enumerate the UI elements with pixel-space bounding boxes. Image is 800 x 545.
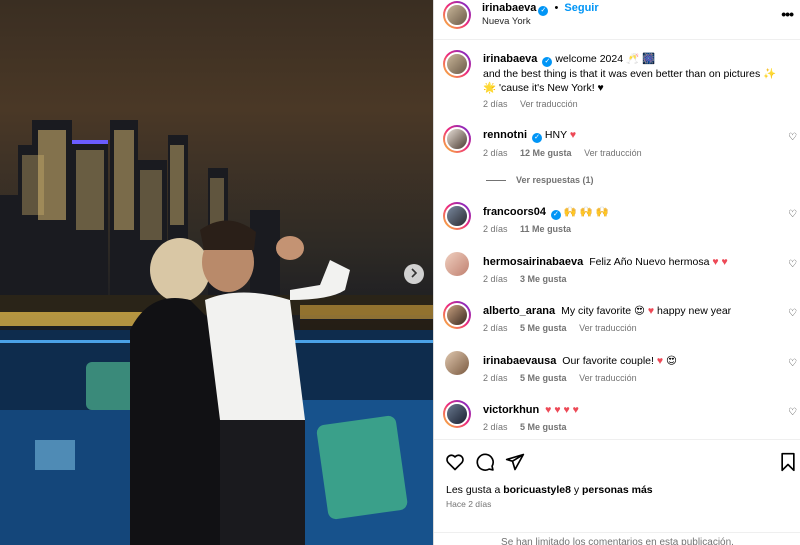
comment-time[interactable]: 2 días xyxy=(483,323,508,333)
comment-username[interactable]: alberto_arana xyxy=(483,305,555,317)
caption-avatar[interactable] xyxy=(443,50,471,78)
comment-translate[interactable]: Ver traducción xyxy=(579,323,637,333)
likes-prefix: Les gusta a xyxy=(446,484,501,496)
heart-icon[interactable]: ♡ xyxy=(788,259,797,270)
comment-avatar[interactable] xyxy=(443,202,471,230)
comment-likes[interactable]: 5 Me gusta xyxy=(520,422,567,432)
comments-limited-notice: Se han limitado los comentarios en esta … xyxy=(434,532,800,545)
comment-username[interactable]: rennotni xyxy=(483,129,527,141)
caption-text-line3: 🌟 'cause it's New York! ♥ xyxy=(483,82,604,94)
comment-avatar[interactable] xyxy=(445,252,469,276)
comment-time[interactable]: 2 días xyxy=(483,373,508,383)
verified-icon: ✓ xyxy=(542,57,553,67)
author-username[interactable]: irinabaeva xyxy=(482,2,536,14)
author-avatar[interactable] xyxy=(443,1,471,29)
comment-username[interactable]: irinabaevausa xyxy=(483,355,556,367)
comment-text: My city favorite 😍 ♥ happy new year xyxy=(561,305,732,317)
comment-likes[interactable]: 3 Me gusta xyxy=(520,274,567,284)
comment-icon[interactable] xyxy=(475,452,495,475)
heart-icon[interactable]: ♡ xyxy=(788,132,797,143)
comment-likes[interactable]: 12 Me gusta xyxy=(520,148,572,158)
comment-likes[interactable]: 5 Me gusta xyxy=(520,323,567,333)
caption-text-line2: and the best thing is that it was even b… xyxy=(483,68,777,80)
comment-text: 🙌 🙌 🙌 xyxy=(563,206,609,218)
heart-icon[interactable] xyxy=(445,452,465,475)
share-icon[interactable] xyxy=(505,452,525,475)
view-replies[interactable]: Ver respuestas (1) xyxy=(486,175,594,185)
carousel-next-button[interactable] xyxy=(404,264,424,284)
comment-text: HNY ♥ xyxy=(544,129,577,141)
separator-dot: • xyxy=(554,2,559,14)
comment-text: ♥ ♥ ♥ ♥ xyxy=(545,404,579,416)
follow-button[interactable]: Seguir xyxy=(564,2,598,14)
comment-time[interactable]: 2 días xyxy=(483,422,508,432)
post-side-panel: irinabaeva ✓ • Seguir Nueva York ••• irin… xyxy=(433,0,800,545)
caption-time[interactable]: 2 días xyxy=(483,99,508,109)
post-time[interactable]: Hace 2 días xyxy=(446,499,491,509)
verified-icon: ✓ xyxy=(550,210,561,220)
comment-time[interactable]: 2 días xyxy=(483,274,508,284)
post-location[interactable]: Nueva York xyxy=(482,16,531,27)
caption-translate[interactable]: Ver traducción xyxy=(520,99,578,109)
comment-likes[interactable]: 5 Me gusta xyxy=(520,373,567,383)
likes-mid: y xyxy=(573,484,580,496)
post-actions: Les gusta a boricuastyle8 y personas más… xyxy=(434,439,800,545)
more-icon[interactable]: ••• xyxy=(781,6,794,22)
verified-icon: ✓ xyxy=(532,133,542,143)
comment-translate[interactable]: Ver traducción xyxy=(579,373,637,383)
likes-others[interactable]: personas más xyxy=(582,484,653,496)
comment-username[interactable]: francoors04 xyxy=(483,206,546,218)
heart-icon[interactable]: ♡ xyxy=(788,407,797,418)
heart-icon[interactable]: ♡ xyxy=(788,209,797,220)
comment-avatar[interactable] xyxy=(445,351,469,375)
comment-avatar[interactable] xyxy=(443,125,471,153)
comment-avatar[interactable] xyxy=(443,400,471,428)
heart-icon[interactable]: ♡ xyxy=(788,308,797,319)
likes-user[interactable]: boricuastyle8 xyxy=(503,484,571,496)
comment-translate[interactable]: Ver traducción xyxy=(584,148,642,158)
likes-summary: Les gusta a boricuastyle8 y personas más xyxy=(446,484,653,496)
heart-icon[interactable]: ♡ xyxy=(788,358,797,369)
comment-username[interactable]: hermosairinabaeva xyxy=(483,256,583,268)
caption-username[interactable]: irinabaeva xyxy=(483,53,537,65)
comment-likes[interactable]: 11 Me gusta xyxy=(520,224,571,234)
comment-username[interactable]: victorkhun xyxy=(483,404,539,416)
comment-time[interactable]: 2 días xyxy=(483,224,508,234)
caption-text-line1: welcome 2024 🥂 🎆 xyxy=(555,53,656,65)
bookmark-icon[interactable] xyxy=(779,452,797,475)
photo-illustration xyxy=(0,120,433,545)
post-header: irinabaeva ✓ • Seguir Nueva York ••• xyxy=(434,0,800,40)
comment-avatar[interactable] xyxy=(443,301,471,329)
verified-icon: ✓ xyxy=(538,6,549,16)
post-photo[interactable] xyxy=(0,0,433,545)
comment-time[interactable]: 2 días xyxy=(483,148,508,158)
comment-text: Our favorite couple! ♥ 😍 xyxy=(562,355,677,367)
comment-text: Feliz Año Nuevo hermosa ♥ ♥ xyxy=(589,256,728,268)
chevron-right-icon xyxy=(409,267,419,281)
